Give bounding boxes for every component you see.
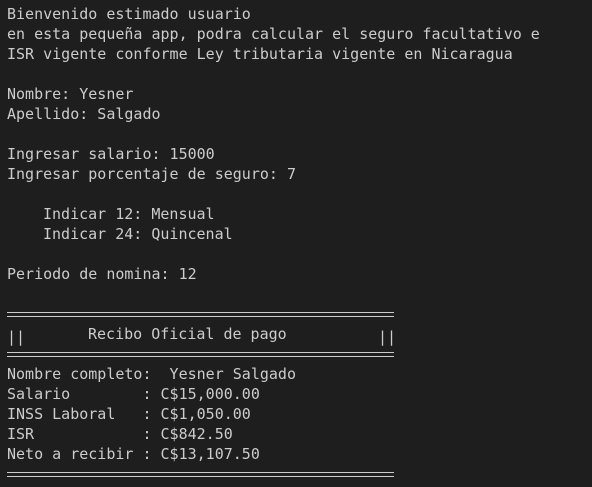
receipt-bottom-border	[7, 464, 394, 484]
receipt-nombre-completo: Nombre completo: Yesner Salgado	[7, 365, 296, 383]
intro-line-1: Bienvenido estimado usuario	[7, 5, 251, 23]
receipt-neto: Neto a recibir : C$13,107.50	[7, 445, 260, 463]
terminal-output[interactable]: Bienvenido estimado usuario en esta pequ…	[0, 0, 592, 487]
salario-input-line: Ingresar salario: 15000	[7, 145, 215, 163]
periodo-line: Periodo de nomina: 12	[7, 265, 197, 283]
nombre-line: Nombre: Yesner	[7, 85, 134, 103]
receipt-title: Recibo Oficial de pago	[88, 325, 287, 343]
receipt-isr: ISR : C$842.50	[7, 425, 233, 443]
receipt-inss: INSS Laboral : C$1,050.00	[7, 405, 251, 423]
option-mensual: Indicar 12: Mensual	[43, 205, 215, 223]
porcentaje-input-line: Ingresar porcentaje de seguro: 7	[7, 165, 296, 183]
apellido-line: Apellido: Salgado	[7, 105, 161, 123]
receipt-top-border	[7, 304, 394, 324]
intro-line-2: en esta pequeña app, podra calcular el s…	[7, 25, 540, 43]
receipt-salario: Salario : C$15,000.00	[7, 385, 260, 403]
receipt-header-border	[7, 344, 394, 364]
receipt-title-row: || Recibo Oficial de pago ||	[7, 324, 396, 346]
option-quincenal: Indicar 24: Quincenal	[43, 225, 233, 243]
intro-line-3: ISR vigente conforme Ley tributaria vige…	[7, 45, 513, 63]
